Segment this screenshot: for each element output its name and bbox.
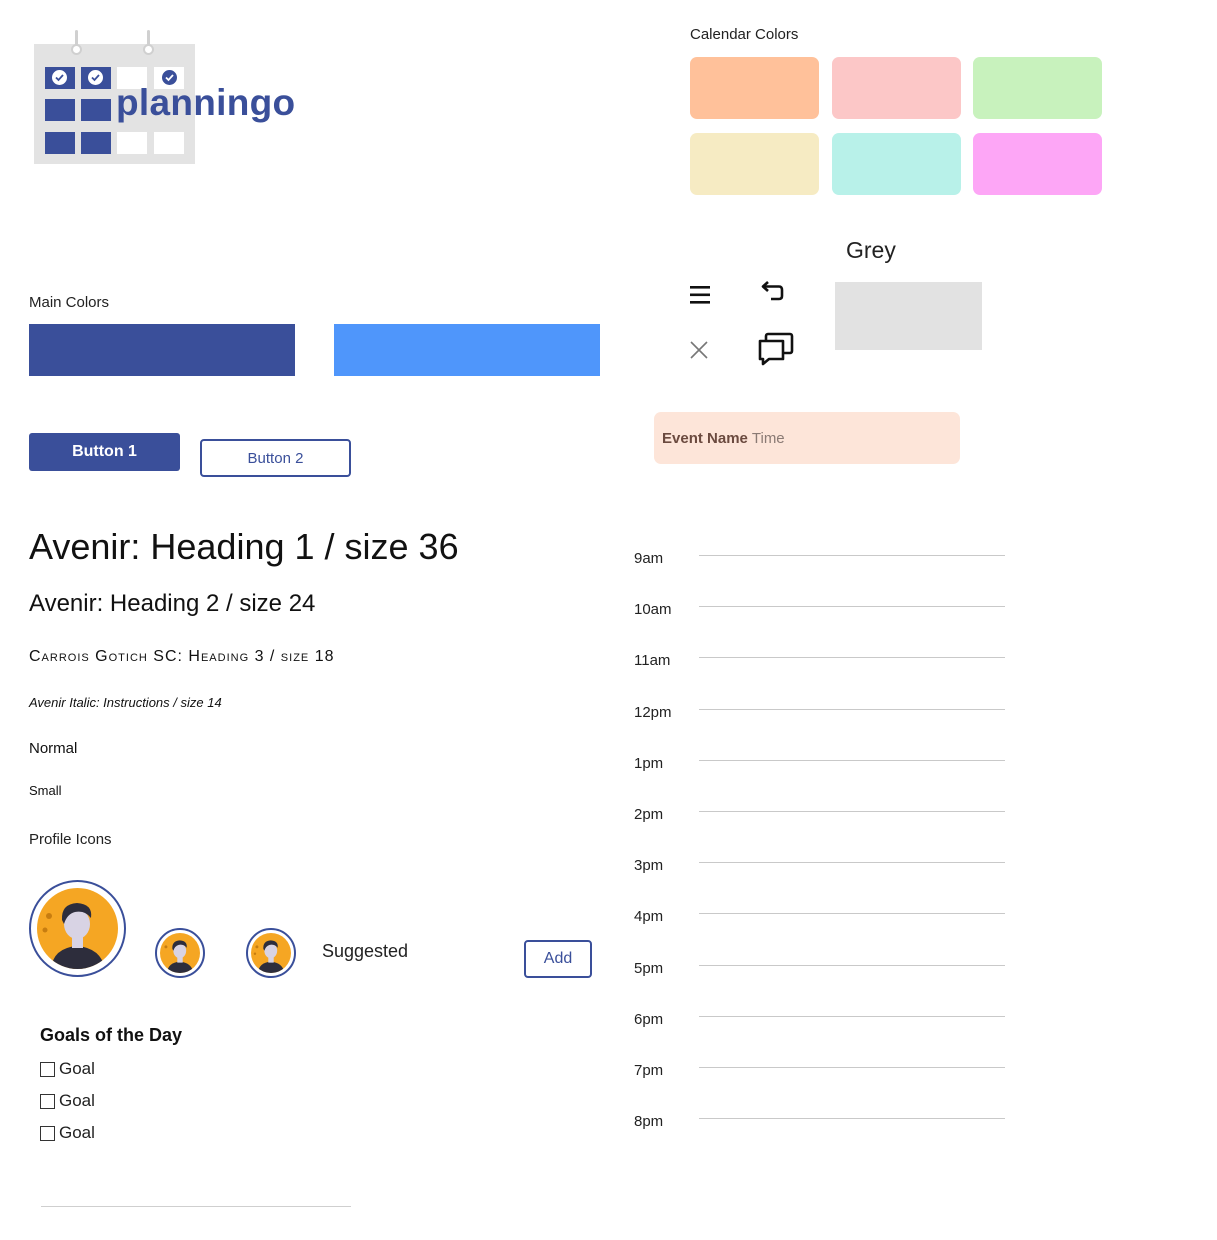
goal-item[interactable]: Goal (40, 1059, 95, 1079)
goals-title: Goals of the Day (40, 1025, 183, 1045)
profile-icons-label: Profile Icons (29, 831, 112, 848)
goal-item[interactable]: Goal (40, 1091, 95, 1111)
time-slot-line[interactable] (699, 1118, 1005, 1120)
time-label: 6pm (634, 1010, 664, 1028)
avatar-medium[interactable] (155, 928, 205, 978)
calendar-color-swatch[interactable] (973, 133, 1102, 195)
event-time: Time (751, 429, 785, 447)
small-sample: Small (29, 783, 62, 798)
event-name: Event Name (662, 429, 748, 447)
ring-icon (71, 44, 82, 55)
grey-swatch (835, 282, 982, 350)
add-button[interactable]: Add (524, 940, 592, 978)
main-colors-label: Main Colors (29, 294, 110, 311)
avatar-small[interactable] (246, 928, 296, 978)
goal-label: Goal (59, 1059, 95, 1078)
avatar-icon (37, 888, 118, 969)
time-slot-line[interactable] (699, 913, 1005, 915)
logo-cell (45, 132, 75, 154)
time-label: 8pm (634, 1113, 664, 1131)
goal-item[interactable]: Goal (40, 1123, 95, 1143)
calendar-color-swatch[interactable] (690, 133, 819, 195)
time-slot-line[interactable] (699, 862, 1005, 864)
logo-cell (117, 132, 147, 154)
grey-label: Grey (846, 237, 896, 263)
time-label: 10am (634, 601, 672, 619)
time-label: 2pm (634, 806, 664, 823)
button-2[interactable]: Button 2 (200, 439, 351, 477)
time-slot-line[interactable] (699, 1015, 1005, 1017)
logo-cell (81, 67, 111, 89)
logo-cell (45, 99, 75, 121)
goal-label: Goal (59, 1123, 95, 1142)
main-color-swatch (29, 324, 295, 376)
time-label: 3pm (634, 857, 664, 875)
time-slot-line[interactable] (699, 606, 1005, 608)
calendar-color-swatch[interactable] (973, 57, 1102, 119)
heading-3-sample: Carrois Gotich SC: Heading 3 / size 18 (29, 648, 335, 665)
logo-text: planningo (116, 82, 296, 123)
close-icon[interactable] (690, 341, 708, 364)
time-slot-line[interactable] (699, 708, 1005, 710)
divider (41, 1206, 351, 1207)
logo-cell (81, 132, 111, 154)
time-label: 9am (634, 550, 664, 567)
time-slot-line[interactable] (699, 759, 1005, 761)
italic-sample: Avenir Italic: Instructions / size 14 (29, 695, 222, 710)
logo-cell (81, 99, 111, 121)
time-slot-line[interactable] (699, 1067, 1005, 1068)
goal-checkbox[interactable] (40, 1093, 55, 1109)
calendar-colors-label: Calendar Colors (690, 26, 799, 43)
normal-sample: Normal (29, 740, 78, 757)
check-icon (52, 70, 67, 85)
button-1[interactable]: Button 1 (29, 433, 180, 471)
menu-icon[interactable] (689, 284, 711, 311)
time-label: 5pm (634, 959, 664, 977)
time-slot-line[interactable] (699, 657, 1005, 659)
avatar-icon (160, 933, 200, 973)
goal-checkbox[interactable] (40, 1125, 55, 1141)
time-label: 12pm (634, 703, 672, 721)
check-icon (88, 70, 103, 85)
suggested-label: Suggested (322, 941, 409, 961)
time-label: 1pm (634, 754, 664, 772)
main-color-swatch (334, 324, 600, 376)
calendar-color-swatch[interactable] (832, 57, 961, 119)
time-label: 7pm (634, 1062, 664, 1079)
logo-cell (45, 67, 75, 89)
time-label: 11am (634, 652, 671, 670)
logo-cell (154, 132, 184, 154)
time-slot-line[interactable] (699, 555, 1005, 556)
heading-1-sample: Avenir: Heading 1 / size 36 (29, 526, 459, 567)
ring-icon (143, 44, 154, 55)
goal-checkbox[interactable] (40, 1061, 55, 1077)
avatar-icon (251, 933, 291, 973)
chat-icon[interactable] (757, 332, 794, 371)
heading-2-sample: Avenir: Heading 2 / size 24 (29, 590, 316, 617)
undo-icon[interactable] (760, 277, 786, 308)
avatar-large[interactable] (29, 880, 126, 977)
event-card[interactable]: Event Name Time (654, 412, 960, 464)
time-label: 4pm (634, 908, 664, 926)
calendar-color-swatch[interactable] (832, 133, 961, 195)
calendar-color-swatch[interactable] (690, 57, 819, 119)
goal-label: Goal (59, 1091, 95, 1110)
time-slot-line[interactable] (699, 964, 1005, 966)
time-slot-line[interactable] (699, 811, 1005, 812)
